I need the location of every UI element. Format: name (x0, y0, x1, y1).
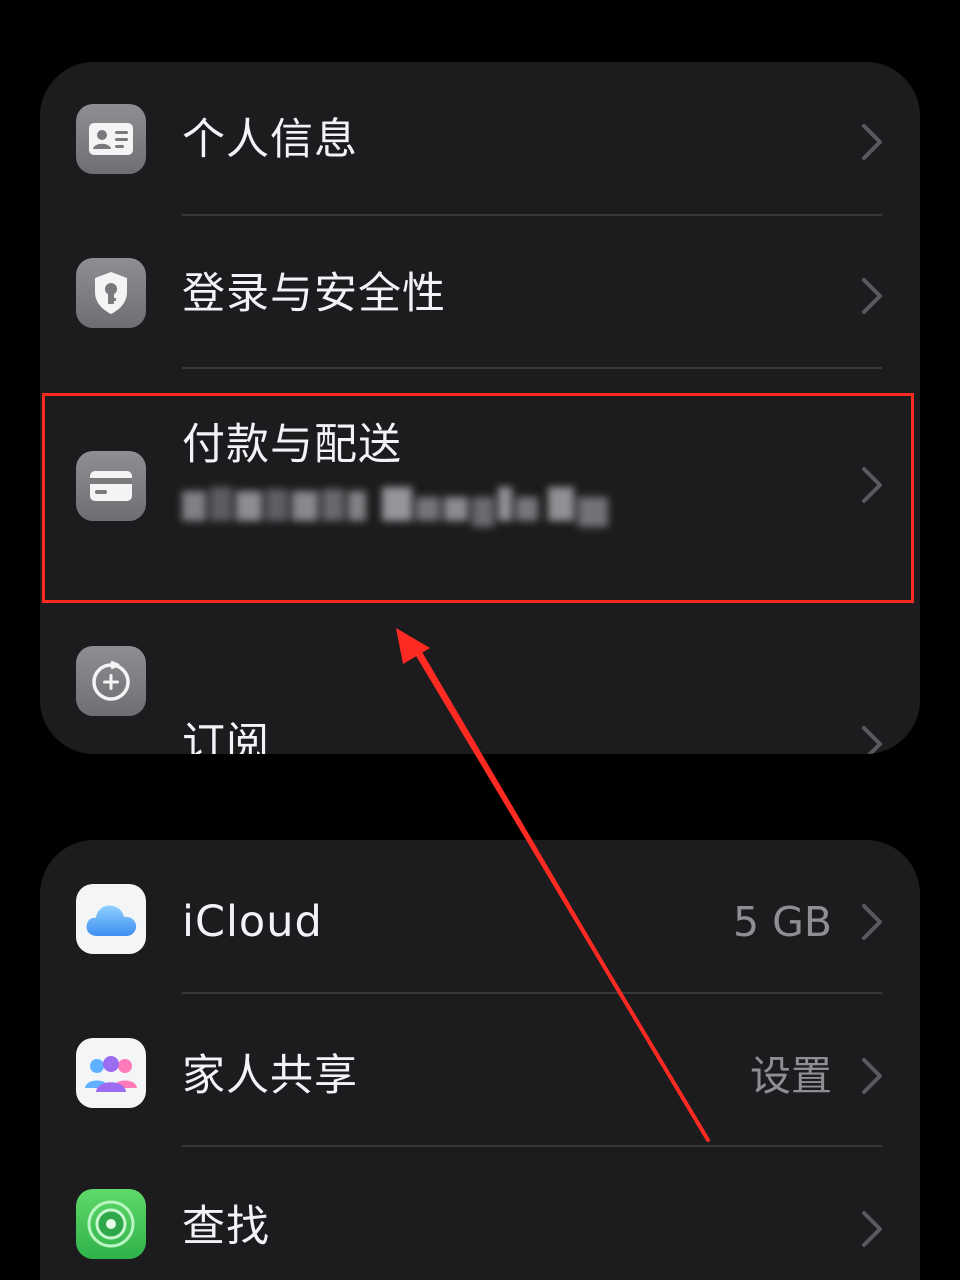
family-sharing-icon (76, 1038, 146, 1108)
sign-in-security-label: 登录与安全性 (182, 269, 446, 319)
family-sharing-label: 家人共享 (182, 1051, 358, 1101)
chevron-right-icon (862, 278, 882, 314)
shield-key-icon (76, 258, 146, 328)
contact-card-icon (76, 104, 146, 174)
find-my-row[interactable]: 查找 (40, 1147, 920, 1280)
chevron-right-icon (862, 1211, 882, 1247)
icloud-row[interactable]: iCloud 5 GB (40, 840, 920, 994)
find-my-icon (76, 1189, 146, 1259)
account-settings-group: 个人信息 登录与安全性 付款与配送 订阅 (40, 62, 920, 754)
chevron-right-icon (862, 904, 882, 940)
chevron-right-icon (862, 467, 882, 503)
sign-in-security-row[interactable]: 登录与安全性 (40, 216, 920, 370)
subscription-plus-icon (76, 646, 146, 716)
payment-shipping-row[interactable]: 付款与配送 (40, 369, 920, 601)
chevron-right-icon (862, 726, 882, 754)
redacted-payment-detail (182, 481, 608, 529)
payment-shipping-label: 付款与配送 (182, 420, 402, 470)
icloud-icon (76, 884, 146, 954)
find-my-label: 查找 (182, 1202, 270, 1252)
subscriptions-label: 订阅 (182, 719, 270, 754)
chevron-right-icon (862, 124, 882, 160)
family-sharing-row[interactable]: 家人共享 设置 (40, 994, 920, 1148)
services-group: iCloud 5 GB 家人共享 设置 查找 (40, 840, 920, 1280)
icloud-label: iCloud (182, 897, 323, 947)
chevron-right-icon (862, 1058, 882, 1094)
family-sharing-setup-value: 设置 (750, 1052, 832, 1100)
credit-card-icon (76, 451, 146, 521)
personal-info-label: 个人信息 (182, 115, 358, 165)
personal-info-row[interactable]: 个人信息 (40, 62, 920, 216)
icloud-storage-value: 5 GB (732, 898, 832, 946)
subscriptions-row[interactable]: 订阅 (40, 602, 920, 754)
